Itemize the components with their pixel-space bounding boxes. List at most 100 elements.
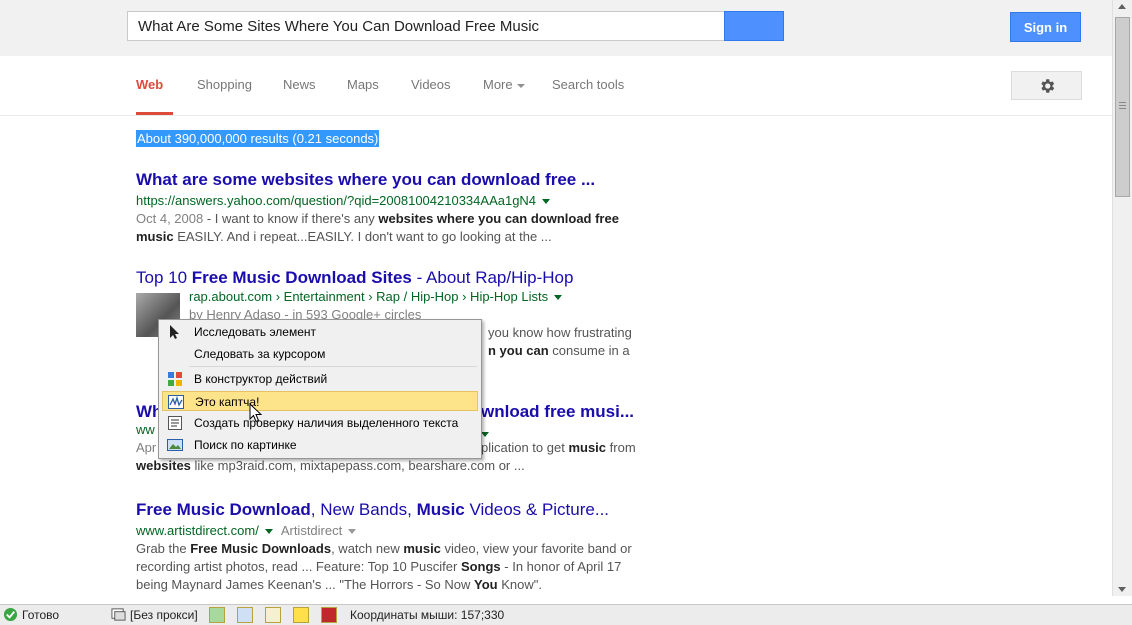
snippet-text: from (606, 440, 636, 455)
captcha-icon (168, 395, 184, 409)
settings-button[interactable] (1011, 71, 1082, 100)
snippet-text: consume in a (548, 343, 630, 358)
snippet-text: recording artist photos, read ... Featur… (136, 559, 461, 574)
tab-more-label: More (483, 77, 513, 92)
snippet-text: plication to get (481, 440, 569, 455)
snippet-line: Grab the Free Music Downloads, watch new… (136, 540, 646, 558)
menu-item-label: Следовать за курсором (194, 347, 326, 361)
title-bold: Free Music Download Sites (191, 268, 412, 287)
result-date: Oct 4, 2008 (136, 211, 204, 226)
snippet-bold: music (403, 541, 441, 556)
caret-down-icon[interactable] (542, 199, 551, 205)
status-mouse-coordinates: Координаты мыши: 157;330 (350, 608, 505, 622)
image-search-icon (167, 439, 183, 451)
result-snippet: websites like mp3raid.com, mixtapepass.c… (136, 458, 525, 473)
chevron-down-icon (516, 83, 525, 88)
result-url: ww (136, 422, 155, 437)
menu-item-follow-cursor[interactable]: Следовать за курсором (162, 344, 478, 364)
tab-videos[interactable]: Videos (411, 77, 451, 92)
snippet-line: recording artist photos, read ... Featur… (136, 558, 646, 576)
tab-news[interactable]: News (283, 77, 316, 92)
menu-item-image-search[interactable]: Поиск по картинке (162, 435, 478, 455)
result-url: www.artistdirect.com/Artistdirect (136, 523, 646, 538)
snippet-line: n you can consume in a (488, 342, 632, 360)
tab-shopping[interactable]: Shopping (197, 77, 252, 92)
snippet-text: video, view your favorite band or (440, 541, 632, 556)
result-snippet: Oct 4, 2008 - I want to know if there's … (136, 210, 646, 246)
sign-in-button[interactable]: Sign in (1010, 12, 1081, 42)
menu-item-action-builder[interactable]: В конструктор действий (162, 369, 478, 389)
result-date: Apr (136, 440, 157, 455)
tab-search-tools[interactable]: Search tools (552, 77, 624, 92)
result-title-link[interactable]: Free Music Download, New Bands, Music Vi… (136, 500, 646, 520)
snippet-text: being Maynard James Keenan's ... "The Ho… (136, 577, 475, 592)
scroll-up-icon[interactable] (1118, 4, 1126, 9)
title-bold: Music (416, 500, 465, 519)
caret-down-icon[interactable] (554, 295, 563, 301)
menu-item-captcha[interactable]: Это каптча! (162, 391, 478, 411)
window-toggle-icon[interactable] (237, 607, 253, 623)
result-snippet: plication to get music from (481, 440, 636, 455)
result-snippet: Grab the Free Music Downloads, watch new… (136, 540, 646, 594)
caret-down-icon[interactable] (348, 529, 357, 535)
tab-maps[interactable]: Maps (347, 77, 379, 92)
scroll-down-icon[interactable] (1118, 587, 1126, 592)
menu-item-label: Исследовать элемент (194, 325, 317, 339)
menu-item-label: Создать проверку наличия выделенного тек… (194, 416, 459, 430)
search-input[interactable] (127, 11, 734, 41)
result-title-link[interactable]: What are some websites where you can dow… (136, 170, 646, 190)
title-part: Top 10 (136, 268, 192, 287)
search-result: Top 10 Free Music Download Sites - About… (136, 268, 646, 288)
caret-down-icon[interactable] (264, 529, 273, 535)
mouse-pointer-icon (249, 403, 262, 423)
snippet-line: being Maynard James Keenan's ... "The Ho… (136, 576, 646, 594)
title-part: Videos & Picture... (464, 500, 610, 519)
search-button[interactable] (724, 11, 784, 41)
status-ready: Готово (22, 608, 60, 622)
result-url: rap.about.com › Entertainment › Rap / Hi… (189, 289, 649, 304)
menu-item-label: В конструктор действий (194, 372, 328, 386)
snippet-bold: Free Music Downloads (190, 541, 332, 556)
snippet-bold: Songs (460, 559, 501, 574)
menu-item-inspect-element[interactable]: Исследовать элемент (162, 322, 478, 342)
result-site-name: Artistdirect (280, 523, 343, 538)
search-nav: Web Shopping News Maps Videos More Searc… (0, 56, 1112, 116)
active-tab-indicator (136, 112, 173, 115)
title-bold: Free Music Download (136, 500, 311, 519)
status-proxy[interactable]: [Без прокси] (130, 608, 198, 622)
title-part: - About Rap/Hip-Hop (411, 268, 574, 287)
result-title-link[interactable]: Top 10 Free Music Download Sites - About… (136, 268, 646, 288)
search-result: What are some websites where you can dow… (136, 170, 646, 246)
result-title-link-tail[interactable]: wnload free musi... (481, 402, 634, 422)
frame-toggle-icon[interactable] (265, 607, 281, 623)
snippet-text: Grab the (136, 541, 191, 556)
tab-more[interactable]: More (483, 77, 525, 92)
top-bar: Sign in (0, 0, 1112, 57)
snippet-text: like mp3raid.com, mixtapepass.com, bears… (190, 458, 525, 473)
menu-item-create-text-check[interactable]: Создать проверку наличия выделенного тек… (162, 413, 478, 433)
image-toggle-icon[interactable] (209, 607, 225, 623)
menu-separator (189, 366, 477, 367)
snippet-bold: You (474, 577, 498, 592)
flash-icon[interactable] (321, 607, 337, 623)
snippet-bold: music (568, 440, 607, 455)
scrollbar-thumb[interactable] (1115, 17, 1130, 197)
snippet-text: , watch new (331, 541, 404, 556)
status-bar: Готово [Без прокси] Координаты мыши: 157… (0, 604, 1132, 625)
lightning-icon[interactable] (293, 607, 309, 623)
result-meta: rap.about.com › Entertainment › Rap / Hi… (189, 289, 649, 322)
result-snippet: you know how frustrating n you can consu… (488, 324, 632, 360)
result-url-text: www.artistdirect.com/ (136, 523, 259, 538)
snippet-bold: n you can (488, 343, 549, 358)
caret-down-icon[interactable] (481, 425, 489, 440)
vertical-scrollbar[interactable] (1112, 0, 1132, 596)
snippet-bold: websites (136, 458, 191, 473)
text-check-icon (168, 416, 182, 430)
result-url-text: rap.about.com › Entertainment › Rap / Hi… (189, 289, 549, 304)
proxy-icon (111, 608, 126, 621)
snippet-text: - In honor of April 17 (500, 559, 622, 574)
context-menu: Исследовать элемент Следовать за курсоро… (158, 319, 482, 459)
snippet-text: - I want to know if there's any (203, 211, 379, 226)
gear-icon (1040, 78, 1054, 93)
tab-web[interactable]: Web (136, 77, 163, 92)
